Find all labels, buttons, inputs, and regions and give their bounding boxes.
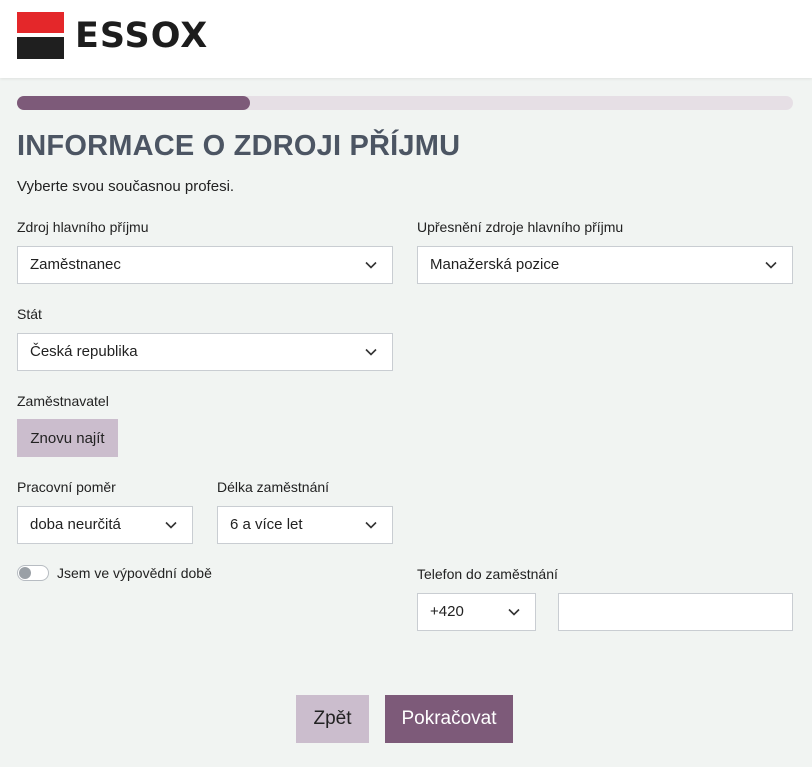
notice-period-toggle[interactable] — [17, 565, 49, 581]
income-detail-label: Upřesnění zdroje hlavního příjmu — [417, 219, 624, 235]
find-again-button[interactable]: Znovu najít — [17, 419, 118, 457]
chevron-down-icon — [165, 521, 177, 529]
chevron-down-icon — [765, 261, 777, 269]
page-subtitle: Vyberte svou současnou profesi. — [17, 178, 235, 195]
continue-button[interactable]: Pokračovat — [385, 695, 513, 743]
chevron-down-icon — [365, 261, 377, 269]
employment-type-label: Pracovní poměr — [17, 479, 116, 495]
progress-bar-fill — [17, 96, 250, 110]
progress-bar — [17, 96, 793, 110]
work-phone-input[interactable] — [558, 593, 793, 631]
main-income-label: Zdroj hlavního příjmu — [17, 219, 149, 235]
employment-type-select[interactable]: doba neurčitá — [17, 506, 193, 544]
employment-length-value: 6 a více let — [230, 516, 303, 533]
page-title: INFORMACE O ZDROJI PŘÍJMU — [17, 130, 461, 162]
phone-prefix-select[interactable]: +420 — [417, 593, 536, 631]
country-label: Stát — [17, 306, 42, 322]
income-detail-value: Manažerská pozice — [430, 256, 560, 273]
header: ESSOX — [0, 0, 812, 78]
chevron-down-icon — [365, 348, 377, 356]
chevron-down-icon — [508, 608, 520, 616]
income-detail-select[interactable]: Manažerská pozice — [417, 246, 793, 284]
essox-logo-icon — [17, 12, 64, 59]
phone-prefix-value: +420 — [430, 603, 464, 620]
work-phone-label: Telefon do zaměstnání — [417, 566, 558, 582]
back-button[interactable]: Zpět — [296, 695, 369, 743]
notice-period-label: Jsem ve výpovědní době — [57, 565, 212, 581]
chevron-down-icon — [365, 521, 377, 529]
employment-type-value: doba neurčitá — [30, 516, 121, 533]
brand-name: ESSOX — [75, 16, 209, 56]
country-value: Česká republika — [30, 343, 138, 360]
main-income-select[interactable]: Zaměstnanec — [17, 246, 393, 284]
toggle-knob — [19, 567, 31, 579]
country-select[interactable]: Česká republika — [17, 333, 393, 371]
employment-length-select[interactable]: 6 a více let — [217, 506, 393, 544]
employer-label: Zaměstnavatel — [17, 393, 109, 409]
employment-length-label: Délka zaměstnání — [217, 479, 330, 495]
main-income-value: Zaměstnanec — [30, 256, 121, 273]
